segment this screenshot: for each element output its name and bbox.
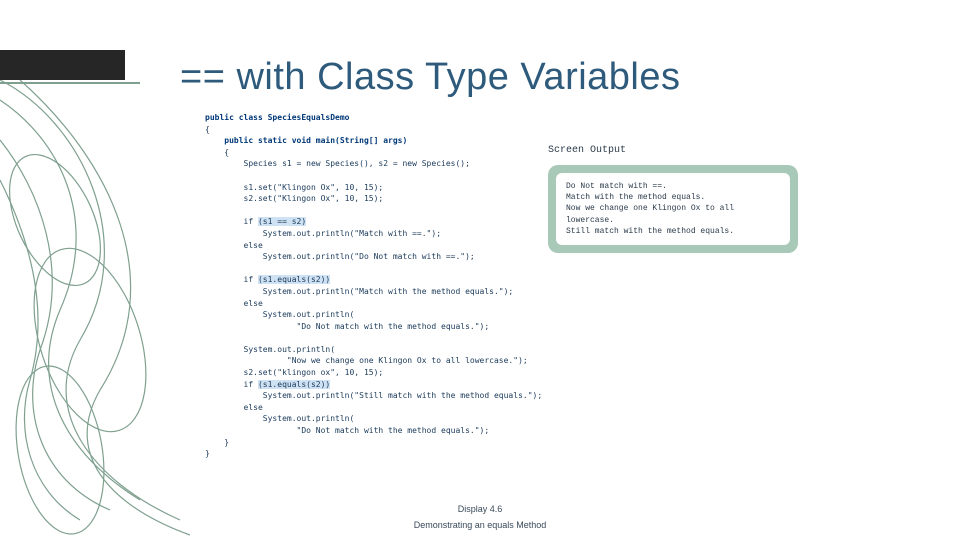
code-line: if: [205, 275, 258, 284]
highlight-equals-op: (s1 == s2): [258, 217, 306, 226]
code-line: {: [205, 125, 210, 134]
java-code-listing: public class SpeciesEqualsDemo { public …: [205, 112, 545, 460]
slide-title: == with Class Type Variables: [180, 56, 681, 99]
caption-display-number: Display 4.6: [380, 504, 580, 514]
code-line: System.out.println(: [205, 310, 354, 319]
code-line: {: [205, 148, 229, 157]
highlight-equals-method-2: (s1.equals(s2)): [258, 380, 330, 389]
decor-top-bar: [0, 50, 125, 80]
output-line: Do Not match with ==.: [566, 181, 780, 192]
output-line: Still match with the method equals.: [566, 226, 780, 237]
code-line: public static void main(String[] args): [205, 136, 407, 145]
code-line: else: [205, 403, 263, 412]
code-line: System.out.println("Do Not match with ==…: [205, 252, 475, 261]
caption-name: Demonstrating an equals Method: [380, 520, 580, 530]
code-line: Species s1 = new Species(), s2 = new Spe…: [205, 159, 470, 168]
code-line: System.out.println(: [205, 345, 335, 354]
code-line: s1.set("Klingon Ox", 10, 15);: [205, 183, 383, 192]
screen-output-text: Do Not match with ==. Match with the met…: [556, 173, 790, 245]
code-line: "Do Not match with the method equals.");: [205, 426, 489, 435]
code-line: }: [205, 449, 210, 458]
code-line: else: [205, 241, 263, 250]
code-line: System.out.println("Match with the metho…: [205, 287, 513, 296]
output-line: Now we change one Klingon Ox to all lowe…: [566, 203, 780, 225]
code-line: "Do Not match with the method equals.");: [205, 322, 489, 331]
screen-output-box: Do Not match with ==. Match with the met…: [548, 165, 798, 253]
output-line: Match with the method equals.: [566, 192, 780, 203]
highlight-equals-method: (s1.equals(s2)): [258, 275, 330, 284]
screen-output-label: Screen Output: [548, 145, 626, 156]
code-line: if: [205, 217, 258, 226]
code-line: if: [205, 380, 258, 389]
code-line: public class SpeciesEqualsDemo: [205, 113, 350, 122]
code-line: System.out.println("Still match with the…: [205, 391, 542, 400]
code-line: }: [205, 438, 229, 447]
code-line: s2.set("klingon ox", 10, 15);: [205, 368, 383, 377]
code-line: else: [205, 299, 263, 308]
code-line: System.out.println("Match with ==.");: [205, 229, 441, 238]
code-line: "Now we change one Klingon Ox to all low…: [205, 356, 528, 365]
code-line: s2.set("Klingon Ox", 10, 15);: [205, 194, 383, 203]
decor-leaf-pattern: [0, 80, 190, 540]
code-line: System.out.println(: [205, 414, 354, 423]
figure-caption: Display 4.6 Demonstrating an equals Meth…: [380, 504, 580, 530]
decor-divider: [0, 82, 140, 84]
